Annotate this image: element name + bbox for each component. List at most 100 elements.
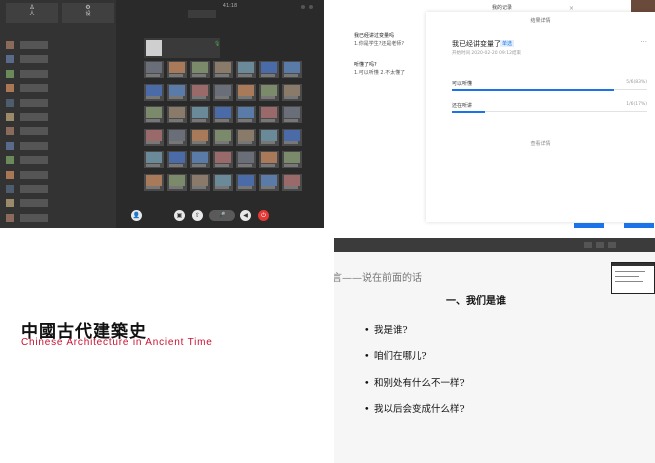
participant-row[interactable] [0,196,116,210]
host-video-tile[interactable]: 🎙 [144,38,220,58]
video-thumbnail [238,152,254,163]
speaker-button[interactable]: ◀ [240,210,251,221]
participant-video-tile[interactable] [144,151,164,168]
participant-video-tile[interactable] [213,151,233,168]
participant-video-tile[interactable] [282,106,302,123]
participant-video-tile[interactable] [144,173,164,191]
participant-video-tile[interactable] [259,151,279,168]
participant-video-tile[interactable] [282,61,302,78]
mic-button[interactable]: 🎤 [209,210,235,221]
participant-row[interactable] [0,168,116,182]
participant-video-tile[interactable] [282,83,302,101]
participant-row[interactable] [0,38,116,52]
video-thumbnail [215,84,231,96]
participant-list [0,38,116,225]
participant-row[interactable] [0,110,116,124]
participant-video-tile[interactable] [259,128,279,146]
tile-name-blurred [284,118,298,122]
participant-video-tile[interactable] [259,83,279,101]
more-icon[interactable]: ··· [640,38,647,46]
sidebar-tab-members[interactable]: ♙ 人 [6,3,58,23]
participant-video-tile[interactable] [282,151,302,168]
tile-name-blurred [215,73,229,77]
participant-row[interactable] [0,124,116,138]
participant-video-tile[interactable] [213,128,233,146]
participant-row[interactable] [0,182,116,196]
participant-video-tile[interactable] [190,106,210,123]
participant-video-tile[interactable] [144,61,164,78]
action-button[interactable] [574,223,604,228]
participant-row[interactable] [0,67,116,81]
participant-video-tile[interactable] [190,173,210,191]
presenter-thumbnail[interactable] [611,262,655,294]
tile-name-blurred [169,118,183,122]
quiz-results-screen: 我已经讲过变量吗 1.你是学生?还是老师? 听懂了吗? 1.可以听懂 2.不太懂… [334,0,655,228]
participant-video-tile[interactable] [213,173,233,191]
participant-row[interactable] [0,81,116,95]
video-thumbnail [261,129,277,141]
participant-row[interactable] [0,139,116,153]
participant-video-tile[interactable] [167,173,187,191]
question-list-item-title[interactable]: 听懂了吗? [354,62,377,69]
participant-video-tile[interactable] [190,151,210,168]
tab-my-records[interactable]: 我的记录 [492,4,512,11]
participant-row[interactable] [0,96,116,110]
action-button[interactable] [624,223,654,228]
participant-row[interactable] [0,52,116,66]
participant-video-tile[interactable] [190,128,210,146]
participant-video-tile[interactable] [213,83,233,101]
participant-video-tile[interactable] [167,106,187,123]
camera-button[interactable]: ▣ [174,210,185,221]
participant-video-tile[interactable] [167,61,187,78]
participant-video-tile[interactable] [259,106,279,123]
participant-video-tile[interactable] [236,151,256,168]
participant-video-tile[interactable] [213,61,233,78]
participant-video-tile[interactable] [282,128,302,146]
participant-video-tile[interactable] [144,106,164,123]
participant-video-tile[interactable] [167,83,187,101]
option-bar-fill [452,111,486,113]
tile-name-blurred [169,186,183,189]
video-meeting-screen: ♙ 人 ⚙ 设 41:18 🎙 👤 ▣ ⇧ 🎤 ◀ ⏻ [0,0,324,228]
sidebar-tab-settings[interactable]: ⚙ 设 [62,3,114,23]
video-thumbnail [169,62,185,73]
toolbar-button[interactable] [584,242,592,248]
participant-video-tile[interactable] [236,83,256,101]
question-list-item-title[interactable]: 我已经讲过变量吗 [354,33,394,40]
tile-name-blurred [215,163,229,167]
participant-video-tile[interactable] [190,61,210,78]
participant-video-tile[interactable] [236,173,256,191]
video-thumbnail [169,152,185,163]
view-details-link[interactable]: 查看详情 [426,140,655,147]
thumbnail-header [612,263,654,266]
participant-video-tile[interactable] [236,128,256,146]
participant-row[interactable] [0,211,116,225]
window-dot[interactable] [301,5,305,9]
participant-video-tile[interactable] [236,61,256,78]
video-thumbnail [238,62,254,73]
window-dot[interactable] [309,5,313,9]
participant-video-tile[interactable] [282,173,302,191]
share-button[interactable]: ⇧ [192,210,203,221]
participants-button[interactable]: 👤 [131,210,142,221]
close-icon[interactable]: × [569,5,574,12]
participant-row[interactable] [0,153,116,167]
participant-video-tile[interactable] [144,83,164,101]
bullet-text: 我是谁? [374,325,408,336]
participant-video-tile[interactable] [259,61,279,78]
participant-video-tile[interactable] [236,106,256,123]
option-label: 还在听讲 [452,103,473,109]
option-count: 1/6(17%) [626,102,647,107]
participant-video-tile[interactable] [213,106,233,123]
toolbar-button[interactable] [608,242,616,248]
participant-video-tile[interactable] [144,128,164,146]
hangup-button[interactable]: ⏻ [258,210,269,221]
participant-video-tile[interactable] [167,128,187,146]
video-thumbnail [238,84,254,96]
participant-video-tile[interactable] [190,83,210,101]
video-thumbnail [146,129,162,141]
participant-video-tile[interactable] [259,173,279,191]
toolbar-button[interactable] [596,242,604,248]
participant-video-tile[interactable] [167,151,187,168]
bullet-text: 我以后会变成什么样? [374,404,465,415]
